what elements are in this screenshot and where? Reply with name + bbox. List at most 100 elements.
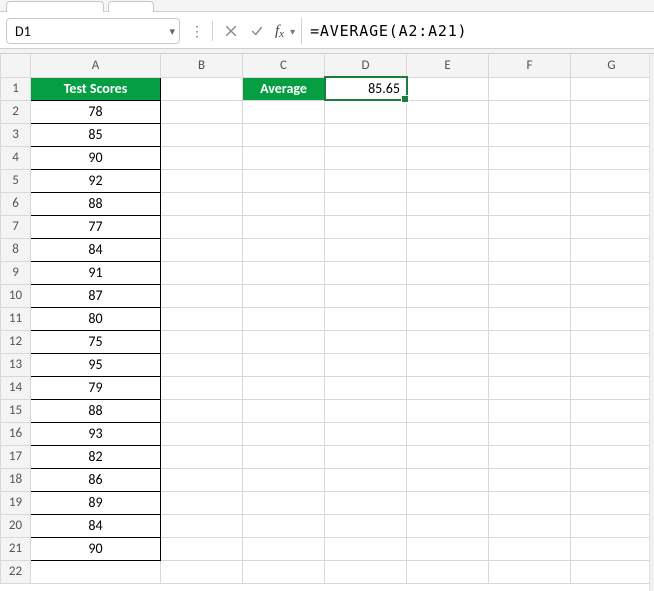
- cell-E20[interactable]: [407, 514, 489, 537]
- cell-C5[interactable]: [243, 169, 325, 192]
- cell-G19[interactable]: [571, 491, 653, 514]
- cell-A10[interactable]: 87: [31, 284, 161, 307]
- cell-G5[interactable]: [571, 169, 653, 192]
- cell-C16[interactable]: [243, 422, 325, 445]
- cell-G7[interactable]: [571, 215, 653, 238]
- cell-A21[interactable]: 90: [31, 537, 161, 560]
- cell-C21[interactable]: [243, 537, 325, 560]
- cell-A14[interactable]: 79: [31, 376, 161, 399]
- cell-B21[interactable]: [161, 537, 243, 560]
- cell-C12[interactable]: [243, 330, 325, 353]
- cell-G22[interactable]: [571, 560, 653, 583]
- cell-A1[interactable]: Test Scores: [31, 77, 161, 100]
- cell-B15[interactable]: [161, 399, 243, 422]
- cell-E17[interactable]: [407, 445, 489, 468]
- row-header-1[interactable]: 1: [1, 77, 31, 100]
- cell-E5[interactable]: [407, 169, 489, 192]
- row-header-7[interactable]: 7: [1, 215, 31, 238]
- cell-E6[interactable]: [407, 192, 489, 215]
- cell-D18[interactable]: [325, 468, 407, 491]
- cell-G13[interactable]: [571, 353, 653, 376]
- cell-G14[interactable]: [571, 376, 653, 399]
- cell-D14[interactable]: [325, 376, 407, 399]
- name-box[interactable]: D1 ▾: [6, 18, 180, 44]
- formula-input[interactable]: =AVERAGE(A2:A21): [301, 18, 652, 44]
- cell-F8[interactable]: [489, 238, 571, 261]
- cell-E7[interactable]: [407, 215, 489, 238]
- cell-A12[interactable]: 75: [31, 330, 161, 353]
- cell-A5[interactable]: 92: [31, 169, 161, 192]
- row-header-10[interactable]: 10: [1, 284, 31, 307]
- cell-C11[interactable]: [243, 307, 325, 330]
- cell-E14[interactable]: [407, 376, 489, 399]
- cell-A11[interactable]: 80: [31, 307, 161, 330]
- cell-D17[interactable]: [325, 445, 407, 468]
- cell-A8[interactable]: 84: [31, 238, 161, 261]
- cell-F13[interactable]: [489, 353, 571, 376]
- cell-F16[interactable]: [489, 422, 571, 445]
- row-header-9[interactable]: 9: [1, 261, 31, 284]
- fx-icon[interactable]: fx: [273, 23, 286, 40]
- cell-A18[interactable]: 86: [31, 468, 161, 491]
- column-header-c[interactable]: C: [243, 54, 325, 77]
- cell-E13[interactable]: [407, 353, 489, 376]
- cell-C19[interactable]: [243, 491, 325, 514]
- cell-G4[interactable]: [571, 146, 653, 169]
- cancel-icon[interactable]: [221, 21, 241, 41]
- cell-A3[interactable]: 85: [31, 123, 161, 146]
- cell-C2[interactable]: [243, 100, 325, 123]
- cell-C13[interactable]: [243, 353, 325, 376]
- row-header-20[interactable]: 20: [1, 514, 31, 537]
- cell-E18[interactable]: [407, 468, 489, 491]
- cell-F3[interactable]: [489, 123, 571, 146]
- cell-D11[interactable]: [325, 307, 407, 330]
- cell-D19[interactable]: [325, 491, 407, 514]
- cell-B20[interactable]: [161, 514, 243, 537]
- cell-B9[interactable]: [161, 261, 243, 284]
- row-header-15[interactable]: 15: [1, 399, 31, 422]
- row-header-4[interactable]: 4: [1, 146, 31, 169]
- cell-A16[interactable]: 93: [31, 422, 161, 445]
- cell-C3[interactable]: [243, 123, 325, 146]
- cell-C7[interactable]: [243, 215, 325, 238]
- cell-B16[interactable]: [161, 422, 243, 445]
- cell-F2[interactable]: [489, 100, 571, 123]
- cell-G17[interactable]: [571, 445, 653, 468]
- cell-A7[interactable]: 77: [31, 215, 161, 238]
- cell-B18[interactable]: [161, 468, 243, 491]
- cell-B8[interactable]: [161, 238, 243, 261]
- cell-C18[interactable]: [243, 468, 325, 491]
- cell-E22[interactable]: [407, 560, 489, 583]
- cell-D8[interactable]: [325, 238, 407, 261]
- cell-D15[interactable]: [325, 399, 407, 422]
- cell-E2[interactable]: [407, 100, 489, 123]
- cell-D7[interactable]: [325, 215, 407, 238]
- cell-G9[interactable]: [571, 261, 653, 284]
- cell-E9[interactable]: [407, 261, 489, 284]
- cell-D16[interactable]: [325, 422, 407, 445]
- cell-E8[interactable]: [407, 238, 489, 261]
- cell-C10[interactable]: [243, 284, 325, 307]
- cell-G3[interactable]: [571, 123, 653, 146]
- cell-F10[interactable]: [489, 284, 571, 307]
- cell-B7[interactable]: [161, 215, 243, 238]
- row-header-22[interactable]: 22: [1, 560, 31, 583]
- cell-C6[interactable]: [243, 192, 325, 215]
- cell-B19[interactable]: [161, 491, 243, 514]
- cell-B6[interactable]: [161, 192, 243, 215]
- cell-F12[interactable]: [489, 330, 571, 353]
- cell-A19[interactable]: 89: [31, 491, 161, 514]
- cell-E21[interactable]: [407, 537, 489, 560]
- cell-B11[interactable]: [161, 307, 243, 330]
- dots-icon[interactable]: ⋮: [190, 23, 204, 40]
- cell-E3[interactable]: [407, 123, 489, 146]
- cell-E4[interactable]: [407, 146, 489, 169]
- cell-B12[interactable]: [161, 330, 243, 353]
- row-header-2[interactable]: 2: [1, 100, 31, 123]
- column-header-f[interactable]: F: [489, 54, 571, 77]
- confirm-icon[interactable]: [247, 21, 267, 41]
- cell-D20[interactable]: [325, 514, 407, 537]
- cell-D22[interactable]: [325, 560, 407, 583]
- cell-C15[interactable]: [243, 399, 325, 422]
- cell-A17[interactable]: 82: [31, 445, 161, 468]
